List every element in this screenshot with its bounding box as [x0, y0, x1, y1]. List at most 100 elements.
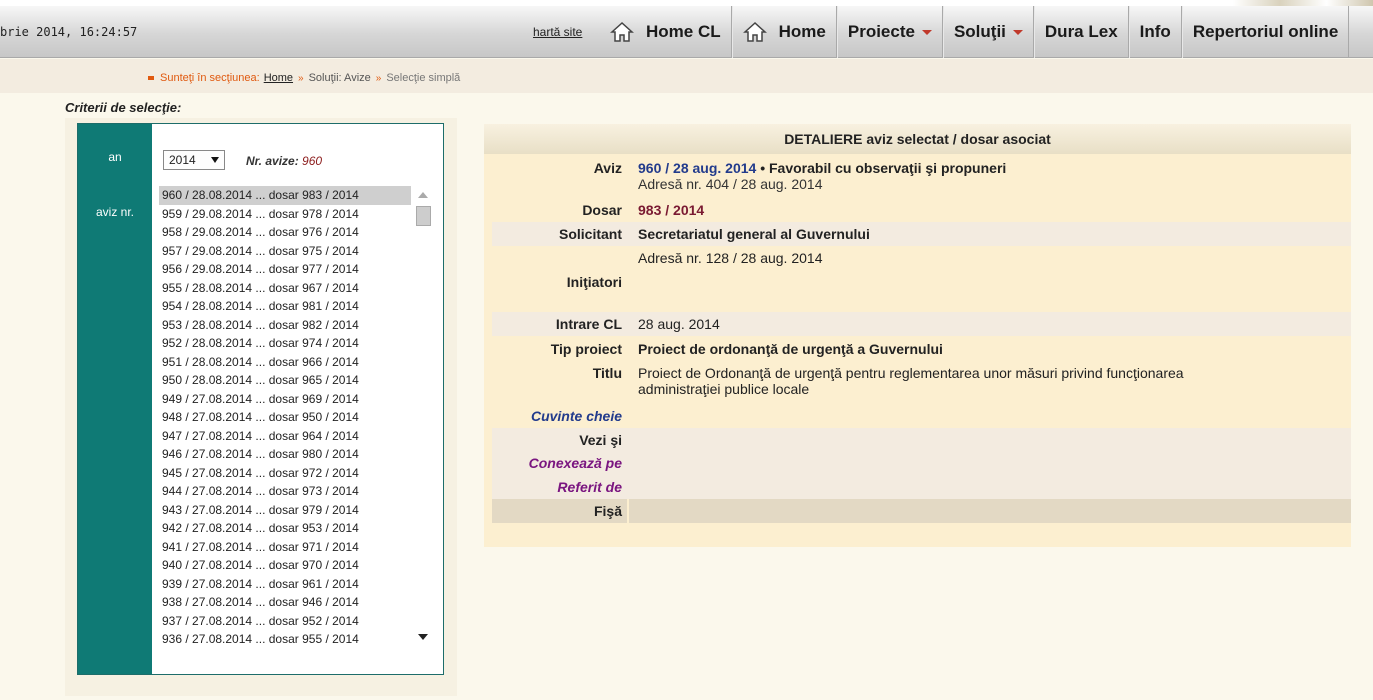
list-item[interactable]: 956 / 29.08.2014 ... dosar 977 / 2014 [159, 260, 411, 279]
breadcrumb-prefix: Sunteţi în secţiunea: [160, 72, 260, 84]
scroll-up-icon[interactable] [418, 192, 428, 198]
aviz-bullet: • [760, 160, 766, 176]
list-item[interactable]: 953 / 28.08.2014 ... dosar 982 / 2014 [159, 316, 411, 335]
solicitant-value: Secretariatul general al Guvernului [638, 226, 870, 242]
breadcrumb-home-link[interactable]: Home [264, 72, 293, 84]
list-item[interactable]: 938 / 27.08.2014 ... dosar 946 / 2014 [159, 593, 411, 612]
aviz-list: 960 / 28.08.2014 ... dosar 983 / 2014 959… [159, 186, 433, 649]
aviz-link[interactable]: 960 / 28 aug. 2014 [638, 160, 756, 176]
breadcrumb: Sunteţi în secţiunea: Home » Soluţii: Av… [148, 72, 460, 84]
year-value: 2014 [169, 153, 196, 167]
solicitant-label: Solicitant [558, 226, 622, 242]
list-item[interactable]: 949 / 27.08.2014 ... dosar 969 / 2014 [159, 390, 411, 409]
fisa-label: Fişă [593, 503, 622, 519]
breadcrumb-separator-icon: » [298, 72, 304, 84]
list-item[interactable]: 952 / 28.08.2014 ... dosar 974 / 2014 [159, 334, 411, 353]
row-conexeaza: Conexează pe [484, 455, 1351, 475]
nav-label: Home CL [646, 22, 721, 41]
cuvinte-cheie-link[interactable]: Cuvinte cheie [484, 408, 622, 424]
vezi-label: Vezi şi [579, 432, 622, 448]
nav-label: Info [1139, 22, 1171, 41]
breadcrumb-section: Soluţii: Avize [308, 72, 371, 84]
aviz-label: Aviz [593, 160, 622, 176]
year-label: an [108, 150, 122, 164]
detail-title: DETALIERE aviz selectat / dosar asociat [484, 124, 1351, 154]
dosar-year-link[interactable]: 2014 [673, 202, 704, 218]
list-item[interactable]: 944 / 27.08.2014 ... dosar 973 / 2014 [159, 482, 411, 501]
intrare-value: 28 aug. 2014 [638, 316, 720, 332]
nav-home-cl[interactable]: Home CL [600, 6, 732, 58]
nav-label: Soluţii [953, 22, 1006, 41]
list-item[interactable]: 957 / 29.08.2014 ... dosar 975 / 2014 [159, 242, 411, 261]
main-nav: Home CL Home Proiecte Soluţii Dura Lex I… [600, 6, 1350, 58]
list-item[interactable]: 937 / 27.08.2014 ... dosar 952 / 2014 [159, 612, 411, 631]
referit-link[interactable]: Referit de [484, 479, 622, 495]
nav-info[interactable]: Info [1128, 6, 1182, 58]
tip-value: Proiect de ordonanţă de urgenţă a Guvern… [638, 341, 943, 357]
row-fisa: Fişă [484, 503, 1351, 523]
row-initiatori: Iniţiatori Adresă nr. 128 / 28 aug. 2014 [484, 250, 1351, 310]
row-intrare: Intrare CL 28 aug. 2014 [484, 316, 1351, 336]
initiatori-value: Adresă nr. 128 / 28 aug. 2014 [638, 250, 823, 266]
breadcrumb-separator-icon: » [375, 72, 382, 84]
count-value: 960 [302, 154, 323, 168]
nav-label: Dura Lex [1044, 22, 1118, 41]
nav-label: Home [778, 22, 826, 41]
detail-panel: DETALIERE aviz selectat / dosar asociat … [484, 124, 1351, 547]
conexeaza-link[interactable]: Conexează pe [484, 455, 622, 471]
criteria-title: Criterii de selecţie: [65, 100, 182, 115]
list-item[interactable]: 941 / 27.08.2014 ... dosar 971 / 2014 [159, 538, 411, 557]
list-item[interactable]: 936 / 27.08.2014 ... dosar 955 / 2014 [159, 630, 411, 649]
nav-proiecte[interactable]: Proiecte [836, 6, 943, 58]
caret-down-icon [1012, 29, 1023, 35]
criteria-labels-column: an aviz nr. [78, 124, 152, 674]
count-label: Nr. avize: [246, 154, 299, 168]
breadcrumb-current: Selecţie simplă [386, 72, 461, 84]
aviz-status: Favorabil cu observaţii şi propuneri [769, 160, 1007, 176]
nav-solutii[interactable]: Soluţii [942, 6, 1034, 58]
aviz-listbox[interactable]: 960 / 28.08.2014 ... dosar 983 / 2014 959… [159, 186, 433, 650]
dosar-number-link[interactable]: 983 [638, 202, 661, 218]
list-item[interactable]: 947 / 27.08.2014 ... dosar 964 / 2014 [159, 427, 411, 446]
titlu-value: Proiect de Ordonanţă de urgenţă pentru r… [638, 365, 1184, 397]
list-item[interactable]: 950 / 28.08.2014 ... dosar 965 / 2014 [159, 371, 411, 390]
house-icon [610, 21, 634, 42]
criteria-panel: an aviz nr. 2014 Nr. avize: 960 960 / 28… [65, 118, 457, 696]
list-item[interactable]: 946 / 27.08.2014 ... dosar 980 / 2014 [159, 445, 411, 464]
titlu-label: Titlu [592, 365, 622, 381]
list-item[interactable]: 958 / 29.08.2014 ... dosar 976 / 2014 [159, 223, 411, 242]
dosar-value: 983 / 2014 [638, 202, 1261, 218]
intrare-label: Intrare CL [555, 316, 622, 332]
list-item[interactable]: 943 / 27.08.2014 ... dosar 979 / 2014 [159, 501, 411, 520]
nav-home[interactable]: Home [731, 6, 837, 58]
nav-label: Repertoriul online [1192, 22, 1339, 41]
year-select[interactable]: 2014 [163, 150, 225, 170]
scroll-thumb[interactable] [416, 206, 431, 226]
initiatori-label: Iniţiatori [566, 274, 622, 290]
listbox-scrollbar[interactable] [413, 186, 433, 650]
list-item[interactable]: 960 / 28.08.2014 ... dosar 983 / 2014 [159, 186, 411, 205]
row-vezi-si: Vezi şi [484, 432, 1351, 452]
nav-repertoriul-online[interactable]: Repertoriul online [1181, 6, 1350, 58]
row-tip-proiect: Tip proiect Proiect de ordonanţă de urge… [484, 341, 1351, 361]
row-dosar: Dosar 983 / 2014 [484, 202, 1351, 222]
list-item[interactable]: 939 / 27.08.2014 ... dosar 961 / 2014 [159, 575, 411, 594]
sitemap-link[interactable]: hartă site [533, 25, 582, 39]
datetime: brie 2014, 16:24:57 [0, 25, 138, 39]
list-item[interactable]: 940 / 27.08.2014 ... dosar 970 / 2014 [159, 556, 411, 575]
nav-dura-lex[interactable]: Dura Lex [1033, 6, 1129, 58]
list-item[interactable]: 951 / 28.08.2014 ... dosar 966 / 2014 [159, 353, 411, 372]
list-item[interactable]: 948 / 27.08.2014 ... dosar 950 / 2014 [159, 408, 411, 427]
list-item[interactable]: 955 / 28.08.2014 ... dosar 967 / 2014 [159, 279, 411, 298]
list-item[interactable]: 942 / 27.08.2014 ... dosar 953 / 2014 [159, 519, 411, 538]
list-item[interactable]: 954 / 28.08.2014 ... dosar 981 / 2014 [159, 297, 411, 316]
tip-label: Tip proiect [550, 341, 622, 357]
list-item[interactable]: 959 / 29.08.2014 ... dosar 978 / 2014 [159, 205, 411, 224]
header-bar: brie 2014, 16:24:57 hartă site Home CL H… [0, 6, 1373, 58]
scroll-down-icon[interactable] [418, 634, 428, 640]
row-referit: Referit de [484, 479, 1351, 499]
dosar-separator: / [665, 202, 670, 218]
aviz-label: aviz nr. [95, 205, 134, 219]
aviz-count: Nr. avize: 960 [246, 154, 322, 168]
list-item[interactable]: 945 / 27.08.2014 ... dosar 972 / 2014 [159, 464, 411, 483]
